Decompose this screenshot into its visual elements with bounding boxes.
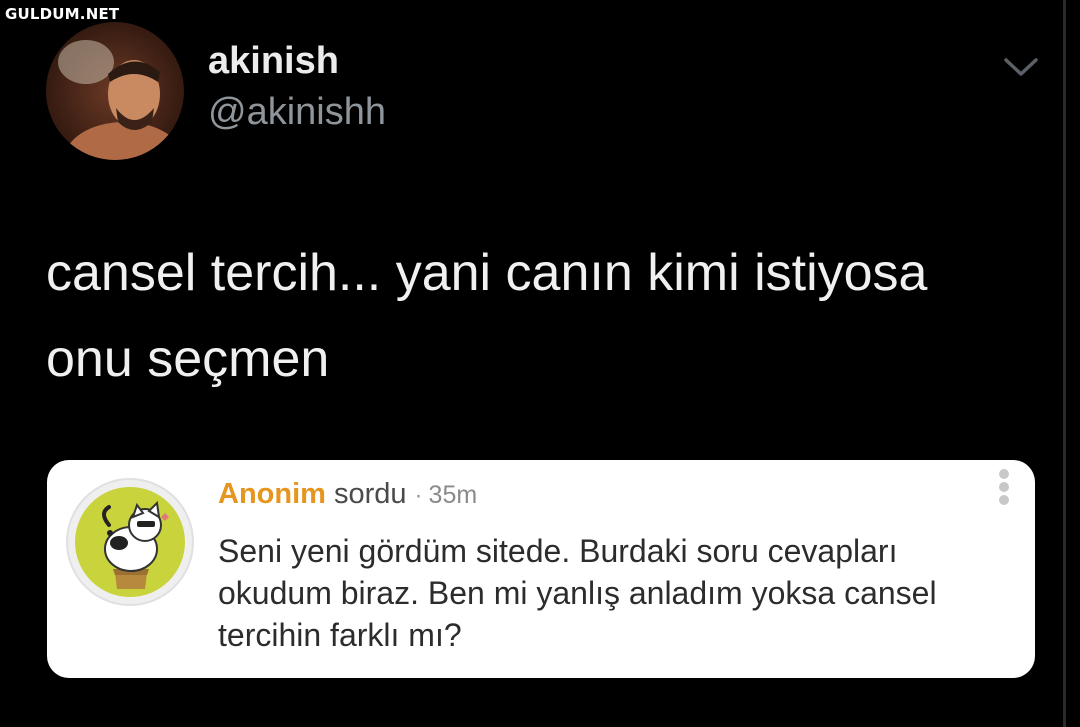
tweet-text-line: onu seçmen <box>46 330 330 388</box>
chevron-down-icon[interactable] <box>1000 52 1042 82</box>
question-card[interactable]: Anonim sordu · 35m Seni yeni gördüm sitede… <box>47 460 1035 678</box>
asked-label: sordu <box>334 478 407 510</box>
watermark: GULDUM.NET <box>5 5 120 23</box>
question-line: tercihin farklı mı? <box>218 617 462 653</box>
vertical-dots-icon[interactable] <box>997 466 1011 510</box>
avatar[interactable] <box>46 22 184 160</box>
display-name[interactable]: akinish <box>208 40 339 83</box>
question-line: okudum biraz. Ben mi yanlış anladım yoks… <box>218 575 937 611</box>
anonymous-cat-icon <box>65 477 195 607</box>
question-line: Seni yeni gördüm sitede. Burdaki soru ce… <box>218 533 898 569</box>
asker-name[interactable]: Anonim <box>218 478 326 510</box>
right-edge-divider <box>1063 0 1066 727</box>
timestamp: 35m <box>428 481 478 509</box>
question-text: Seni yeni gördüm sitede. Burdaki soru ce… <box>218 530 1018 656</box>
separator-dot: · <box>414 482 423 509</box>
tweet-text: cansel tercih... yani canın kimi istiyos… <box>46 230 1046 402</box>
tweet-text-line: cansel tercih... yani canın kimi istiyos… <box>46 244 928 302</box>
user-handle[interactable]: @akinishh <box>208 91 386 134</box>
question-header: Anonim sordu · 35m <box>218 478 477 511</box>
